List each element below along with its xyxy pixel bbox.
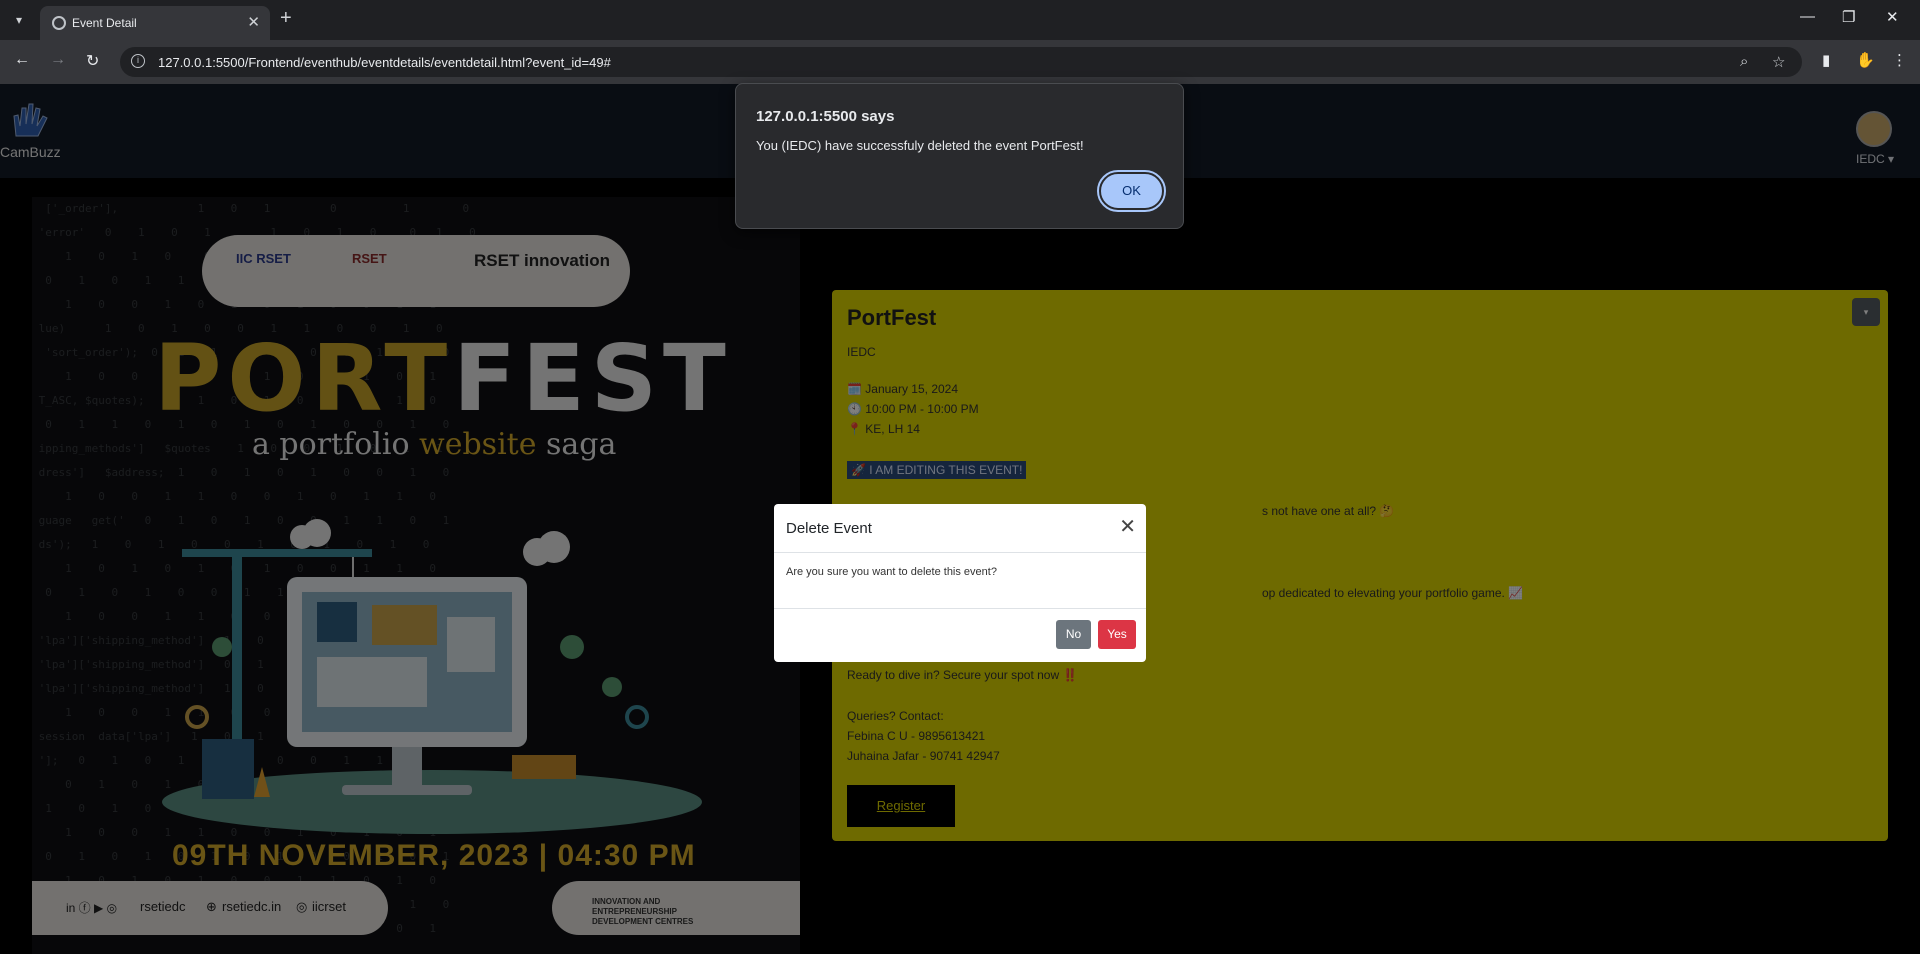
- globe-icon: [52, 16, 66, 30]
- url-text[interactable]: 127.0.0.1:5500/Frontend/eventhub/eventde…: [158, 55, 611, 70]
- ok-button[interactable]: OK: [1097, 170, 1166, 212]
- bookmark-star-icon[interactable]: ☆: [1772, 53, 1785, 71]
- new-tab-plus-icon[interactable]: +: [280, 7, 292, 30]
- yes-button[interactable]: Yes: [1098, 620, 1136, 649]
- side-panel-icon[interactable]: ▮: [1822, 51, 1830, 69]
- forward-arrow-icon[interactable]: →: [50, 51, 66, 69]
- site-info-icon[interactable]: i: [131, 54, 145, 68]
- browser-tab[interactable]: Event Detail ✕: [40, 6, 270, 40]
- alert-title: 127.0.0.1:5500 says: [756, 108, 895, 125]
- back-arrow-icon[interactable]: ←: [14, 51, 30, 69]
- tab-search-chevron-icon[interactable]: ▾: [6, 9, 32, 31]
- divider: [774, 552, 1146, 553]
- tab-title: Event Detail: [72, 16, 137, 30]
- address-bar[interactable]: i 127.0.0.1:5500/Frontend/eventhub/event…: [120, 47, 1802, 77]
- delete-event-modal: Delete Event ✕ Are you sure you want to …: [774, 504, 1146, 662]
- close-icon[interactable]: ✕: [1119, 514, 1136, 539]
- zoom-magnifier-icon[interactable]: ⌕: [1740, 53, 1748, 70]
- no-button[interactable]: No: [1056, 620, 1091, 649]
- browser-alert-dialog: 127.0.0.1:5500 says You (IEDC) have succ…: [735, 83, 1184, 229]
- browser-toolbar: ← → ↻ i 127.0.0.1:5500/Frontend/eventhub…: [0, 40, 1920, 84]
- modal-body: Are you sure you want to delete this eve…: [786, 566, 997, 578]
- close-tab-icon[interactable]: ✕: [247, 13, 260, 31]
- modal-title: Delete Event: [786, 520, 872, 537]
- alert-message: You (IEDC) have successfuly deleted the …: [756, 138, 1084, 153]
- restore-icon[interactable]: ❐: [1842, 8, 1855, 26]
- browser-tab-strip: ▾ Event Detail ✕ + — ❐ ✕: [0, 0, 1920, 40]
- window-close-icon[interactable]: ✕: [1886, 8, 1899, 26]
- divider: [774, 608, 1146, 609]
- menu-kebab-icon[interactable]: ⋮: [1892, 51, 1907, 69]
- reload-icon[interactable]: ↻: [86, 51, 99, 71]
- minimize-icon[interactable]: —: [1800, 8, 1815, 25]
- extension-icon[interactable]: ✋: [1856, 51, 1875, 69]
